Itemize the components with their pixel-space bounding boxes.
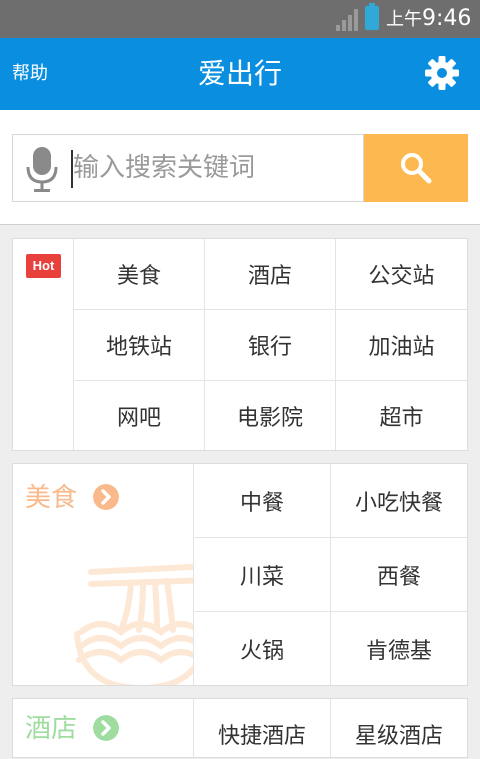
hotel-category-grid: 快捷酒店 星级酒店	[194, 699, 467, 759]
hotel-section-header[interactable]: 酒店	[13, 699, 194, 759]
gear-icon[interactable]	[424, 55, 460, 91]
microphone-icon[interactable]	[25, 145, 59, 193]
category-bank[interactable]: 银行	[205, 310, 336, 381]
search-area	[0, 110, 480, 225]
search-input[interactable]	[73, 145, 353, 191]
hotel-section-title: 酒店	[25, 714, 78, 744]
hotel-section-card: 酒店 快捷酒店 星级酒店	[12, 698, 468, 759]
status-clock: 上午9:46	[386, 5, 471, 34]
signal-icon	[336, 9, 358, 31]
food-section-card: 美食 中餐 小吃快餐 川菜 西餐 火锅 肯德基	[12, 463, 468, 686]
food-sichuan[interactable]: 川菜	[194, 538, 331, 612]
battery-icon	[365, 3, 379, 30]
noodle-bowl-icon	[74, 563, 193, 685]
hot-categories-card: Hot 美食 酒店 公交站 地铁站 银行 加油站 网吧 电影院 超市	[12, 238, 468, 451]
status-bar: 上午9:46	[0, 0, 480, 38]
food-kfc[interactable]: 肯德基	[331, 612, 467, 685]
clock-am-pm: 上午	[386, 9, 422, 30]
category-food[interactable]: 美食	[74, 239, 205, 310]
chevron-right-icon[interactable]	[93, 484, 119, 510]
category-supermarket[interactable]: 超市	[336, 381, 467, 450]
category-internet-cafe[interactable]: 网吧	[74, 381, 205, 450]
app-header: 帮助 爱出行	[0, 38, 480, 110]
hot-badge-column: Hot	[13, 239, 74, 450]
hot-category-grid: 美食 酒店 公交站 地铁站 银行 加油站 网吧 电影院 超市	[74, 239, 467, 450]
search-icon	[401, 153, 432, 184]
search-box[interactable]	[12, 134, 364, 202]
food-category-grid: 中餐 小吃快餐 川菜 西餐 火锅 肯德基	[194, 464, 467, 685]
food-chinese[interactable]: 中餐	[194, 464, 331, 538]
category-hotel[interactable]: 酒店	[205, 239, 336, 310]
clock-time: 9:46	[422, 6, 472, 31]
category-gas-station[interactable]: 加油站	[336, 310, 467, 381]
food-western[interactable]: 西餐	[331, 538, 467, 612]
food-snack-fastfood[interactable]: 小吃快餐	[331, 464, 467, 538]
category-cinema[interactable]: 电影院	[205, 381, 336, 450]
category-subway-station[interactable]: 地铁站	[74, 310, 205, 381]
hotel-budget[interactable]: 快捷酒店	[194, 699, 331, 759]
hot-badge: Hot	[26, 254, 61, 278]
food-section-title: 美食	[25, 483, 78, 513]
chevron-right-icon[interactable]	[93, 715, 119, 741]
page-title: 爱出行	[197, 57, 282, 90]
category-bus-stop[interactable]: 公交站	[336, 239, 467, 310]
food-section-header[interactable]: 美食	[13, 464, 194, 685]
search-button[interactable]	[364, 134, 468, 202]
food-hotpot[interactable]: 火锅	[194, 612, 331, 685]
hotel-star-rated[interactable]: 星级酒店	[331, 699, 467, 759]
